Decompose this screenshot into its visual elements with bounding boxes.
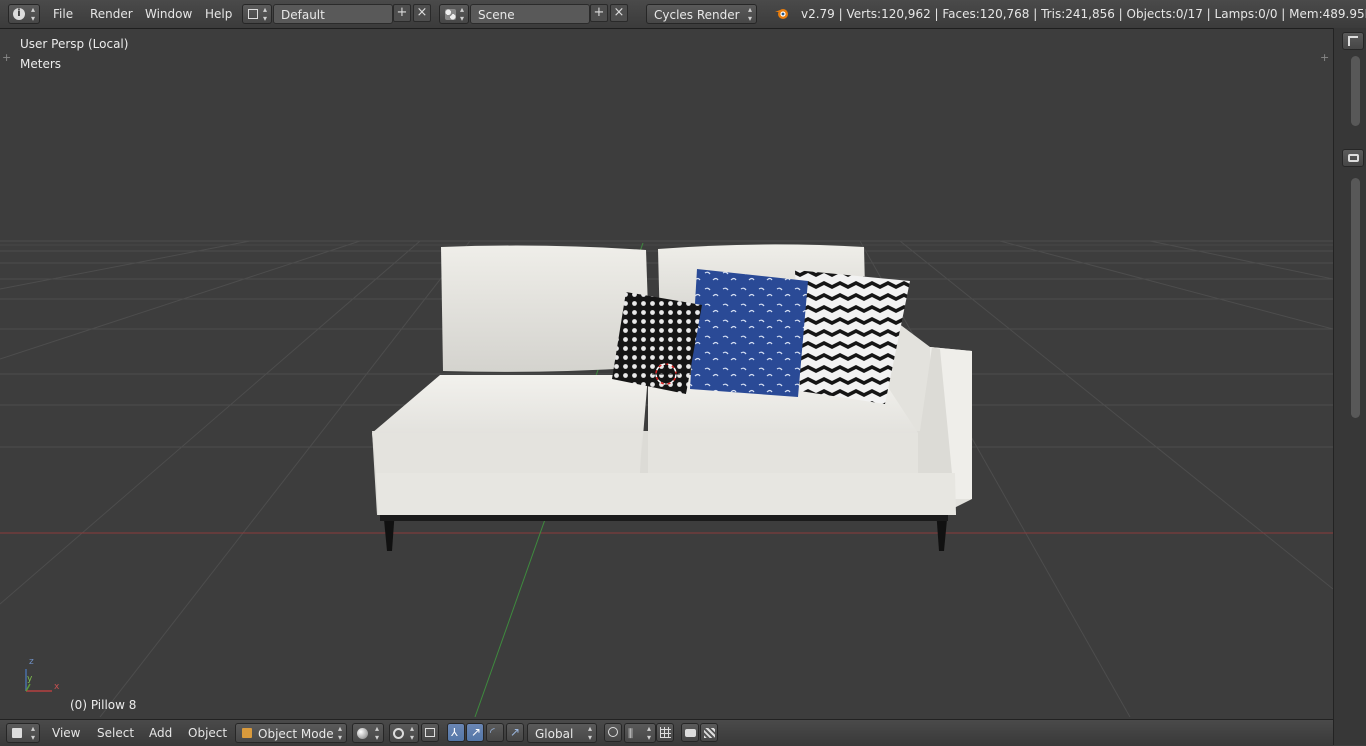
editor-type-3dview-button[interactable]: ▴ ▾ [6, 723, 40, 743]
translate-manipulator-button[interactable]: ↗ [466, 723, 484, 742]
chevron-updown-icon: ▴ ▾ [747, 5, 752, 23]
screen-layout-field[interactable]: Default [273, 4, 393, 24]
properties-scrollbar[interactable] [1351, 178, 1360, 418]
3d-view-header: ▴ ▾ View Select Add Object Object Mode ▴ ▾… [0, 719, 1333, 746]
layout-grid-icon [248, 9, 258, 19]
menu-add[interactable]: Add [143, 723, 178, 743]
menu-help[interactable]: Help [199, 4, 238, 24]
chevron-updown-icon: ▴ ▾ [374, 724, 379, 742]
link-icon [608, 727, 618, 737]
manipulator-toggle[interactable]: ⅄ [447, 723, 465, 742]
chevron-updown-icon: ▴ ▾ [646, 724, 651, 742]
snap-center-toggle[interactable] [421, 723, 439, 742]
menu-render[interactable]: Render [84, 4, 139, 24]
menu-select[interactable]: Select [91, 723, 140, 743]
scene-field[interactable]: Scene [470, 4, 590, 24]
shading-sphere-icon [357, 728, 368, 739]
scene-statistics: v2.79 | Verts:120,962 | Faces:120,768 | … [801, 7, 1366, 21]
remove-scene-icon[interactable]: × [610, 4, 628, 22]
axis-label-x: x [54, 682, 60, 692]
scale-manipulator-button[interactable]: ↗ [506, 723, 524, 742]
viewport-scene [0, 240, 1333, 717]
clapper-icon [704, 728, 715, 738]
properties-button[interactable] [1342, 149, 1364, 167]
menu-object[interactable]: Object [182, 723, 233, 743]
rotate-icon: ◜ [490, 725, 495, 739]
chevron-updown-icon: ▴ ▾ [337, 724, 342, 742]
object-mode-cube-icon [242, 728, 252, 738]
pivot-center-icon [425, 728, 435, 737]
outliner-icon [1348, 36, 1358, 46]
render-engine-label: Cycles Render [654, 8, 740, 22]
right-editor-strip [1333, 28, 1366, 745]
scale-icon: ↗ [510, 725, 521, 739]
arrow-icon: ↗ [471, 725, 482, 739]
layers-lock-toggle[interactable] [604, 723, 622, 742]
scene-icon [445, 9, 456, 20]
blender-logo-icon [775, 7, 789, 20]
editor-type-button[interactable]: i ▴ ▾ [8, 4, 40, 24]
properties-icon [1348, 154, 1359, 162]
transform-orientation-label: Global [535, 727, 574, 741]
opengl-render-button[interactable] [681, 723, 699, 742]
info-header: i ▴ ▾ File Render Window Help ▴ ▾ Default … [0, 0, 1366, 29]
render-engine-dropdown[interactable]: Cycles Render ▴ ▾ [646, 4, 757, 24]
chevron-updown-icon: ▴ ▾ [30, 724, 35, 742]
transform-orientation-dropdown[interactable]: Global ▴ ▾ [527, 723, 597, 743]
interaction-mode-dropdown[interactable]: Object Mode ▴ ▾ [235, 723, 347, 743]
pivot-point-dropdown[interactable]: ▴ ▾ [389, 723, 419, 743]
outliner-scrollbar[interactable] [1351, 56, 1360, 126]
menu-window[interactable]: Window [139, 4, 198, 24]
snap-element-button[interactable] [656, 723, 674, 742]
camera-icon [685, 729, 696, 737]
info-icon: i [13, 8, 25, 20]
axis-label-z: z [29, 657, 34, 667]
add-layout-icon[interactable]: + [393, 4, 411, 22]
outliner-button[interactable] [1342, 32, 1364, 50]
add-scene-icon[interactable]: + [590, 4, 608, 22]
scene-button[interactable]: ▴ ▾ [439, 4, 469, 24]
tool-shelf-toggle-icon[interactable]: + [2, 51, 11, 64]
menu-file[interactable]: File [47, 4, 79, 24]
chevron-updown-icon: ▴ ▾ [262, 5, 267, 23]
snap-grid-icon [660, 727, 671, 738]
pivot-icon [393, 728, 404, 739]
view-name-label: User Persp (Local) [20, 37, 129, 51]
viewport-shading-dropdown[interactable]: ▴ ▾ [352, 723, 384, 743]
chevron-updown-icon: ▴ ▾ [459, 5, 464, 23]
sofa-model [372, 244, 972, 551]
screen-layout-button[interactable]: ▴ ▾ [242, 4, 272, 24]
proportional-editing-dropdown[interactable]: ⫼ ▴ ▾ [624, 723, 656, 743]
rotate-manipulator-button[interactable]: ◜ [486, 723, 504, 742]
menu-view[interactable]: View [46, 723, 86, 743]
chevron-updown-icon: ▴ ▾ [587, 724, 592, 742]
chevron-updown-icon: ▴ ▾ [409, 724, 414, 742]
opengl-animation-button[interactable] [700, 723, 718, 742]
active-object-label: (0) Pillow 8 [70, 698, 137, 712]
units-label: Meters [20, 57, 62, 71]
remove-layout-icon[interactable]: × [413, 4, 431, 22]
manipulator-icon: ⅄ [451, 726, 458, 739]
interaction-mode-label: Object Mode [258, 727, 334, 741]
properties-toggle-icon[interactable]: + [1320, 51, 1329, 64]
proportional-icon: ⫼ [628, 727, 634, 740]
chevron-updown-icon: ▴ ▾ [30, 5, 35, 23]
cube-icon [12, 728, 22, 738]
axis-label-y: y [27, 674, 33, 684]
3d-viewport[interactable]: User Persp (Local) Meters (0) Pillow 8 z… [0, 29, 1333, 717]
